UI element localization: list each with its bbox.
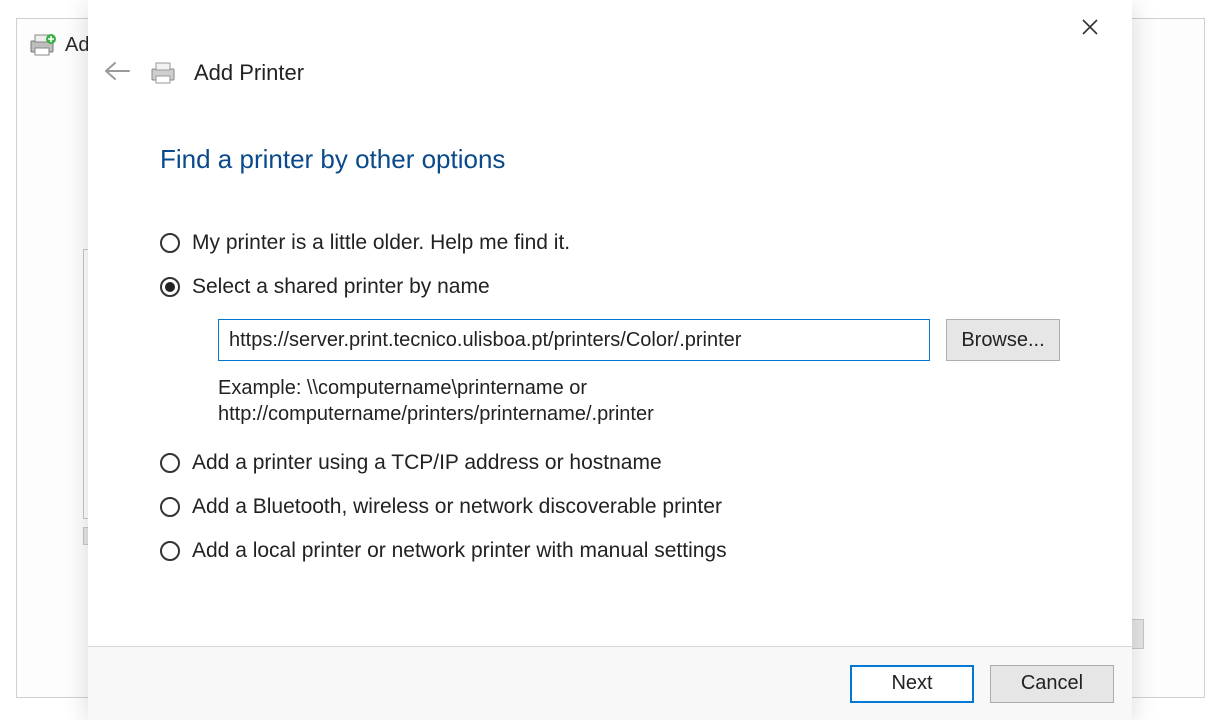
option-local[interactable]: Add a local printer or network printer w… [160,539,1060,563]
option-bluetooth[interactable]: Add a Bluetooth, wireless or network dis… [160,495,1060,519]
shared-printer-detail: Browse... Example: \\computername\printe… [218,319,1060,427]
option-shared-label: Select a shared printer by name [192,275,490,299]
option-tcpip[interactable]: Add a printer using a TCP/IP address or … [160,451,1060,475]
radio-local[interactable] [160,541,180,561]
radio-tcpip[interactable] [160,453,180,473]
dialog-title: Add Printer [194,60,304,86]
browse-button[interactable]: Browse... [946,319,1060,361]
dialog-content: Find a printer by other options My print… [88,90,1132,646]
radio-older[interactable] [160,233,180,253]
example-line-1: Example: \\computername\printername or [218,377,587,399]
close-icon [1081,18,1099,41]
next-button[interactable]: Next [850,665,974,703]
close-button[interactable] [1070,12,1110,46]
printer-icon [150,61,178,85]
radio-bluetooth[interactable] [160,497,180,517]
url-input-row: Browse... [218,319,1060,361]
back-arrow-icon [103,61,131,86]
option-local-label: Add a local printer or network printer w… [192,539,727,563]
printer-url-input[interactable] [218,319,930,361]
add-printer-dialog: Add Printer Find a printer by other opti… [88,0,1132,720]
example-text: Example: \\computername\printername or h… [218,375,1060,427]
option-older-label: My printer is a little older. Help me fi… [192,231,570,255]
example-line-2: http://computername/printers/printername… [218,403,654,425]
cancel-button[interactable]: Cancel [990,665,1114,703]
dialog-header: Add Printer [88,0,1132,90]
back-button[interactable] [100,56,134,90]
option-tcpip-label: Add a printer using a TCP/IP address or … [192,451,662,475]
printer-add-icon [29,33,57,57]
background-title: Ad [65,34,89,57]
page-heading: Find a printer by other options [160,144,1060,175]
radio-shared[interactable] [160,277,180,297]
option-older-printer[interactable]: My printer is a little older. Help me fi… [160,231,1060,255]
dialog-footer: Next Cancel [88,646,1132,720]
option-shared-printer[interactable]: Select a shared printer by name [160,275,1060,299]
option-bluetooth-label: Add a Bluetooth, wireless or network dis… [192,495,722,519]
